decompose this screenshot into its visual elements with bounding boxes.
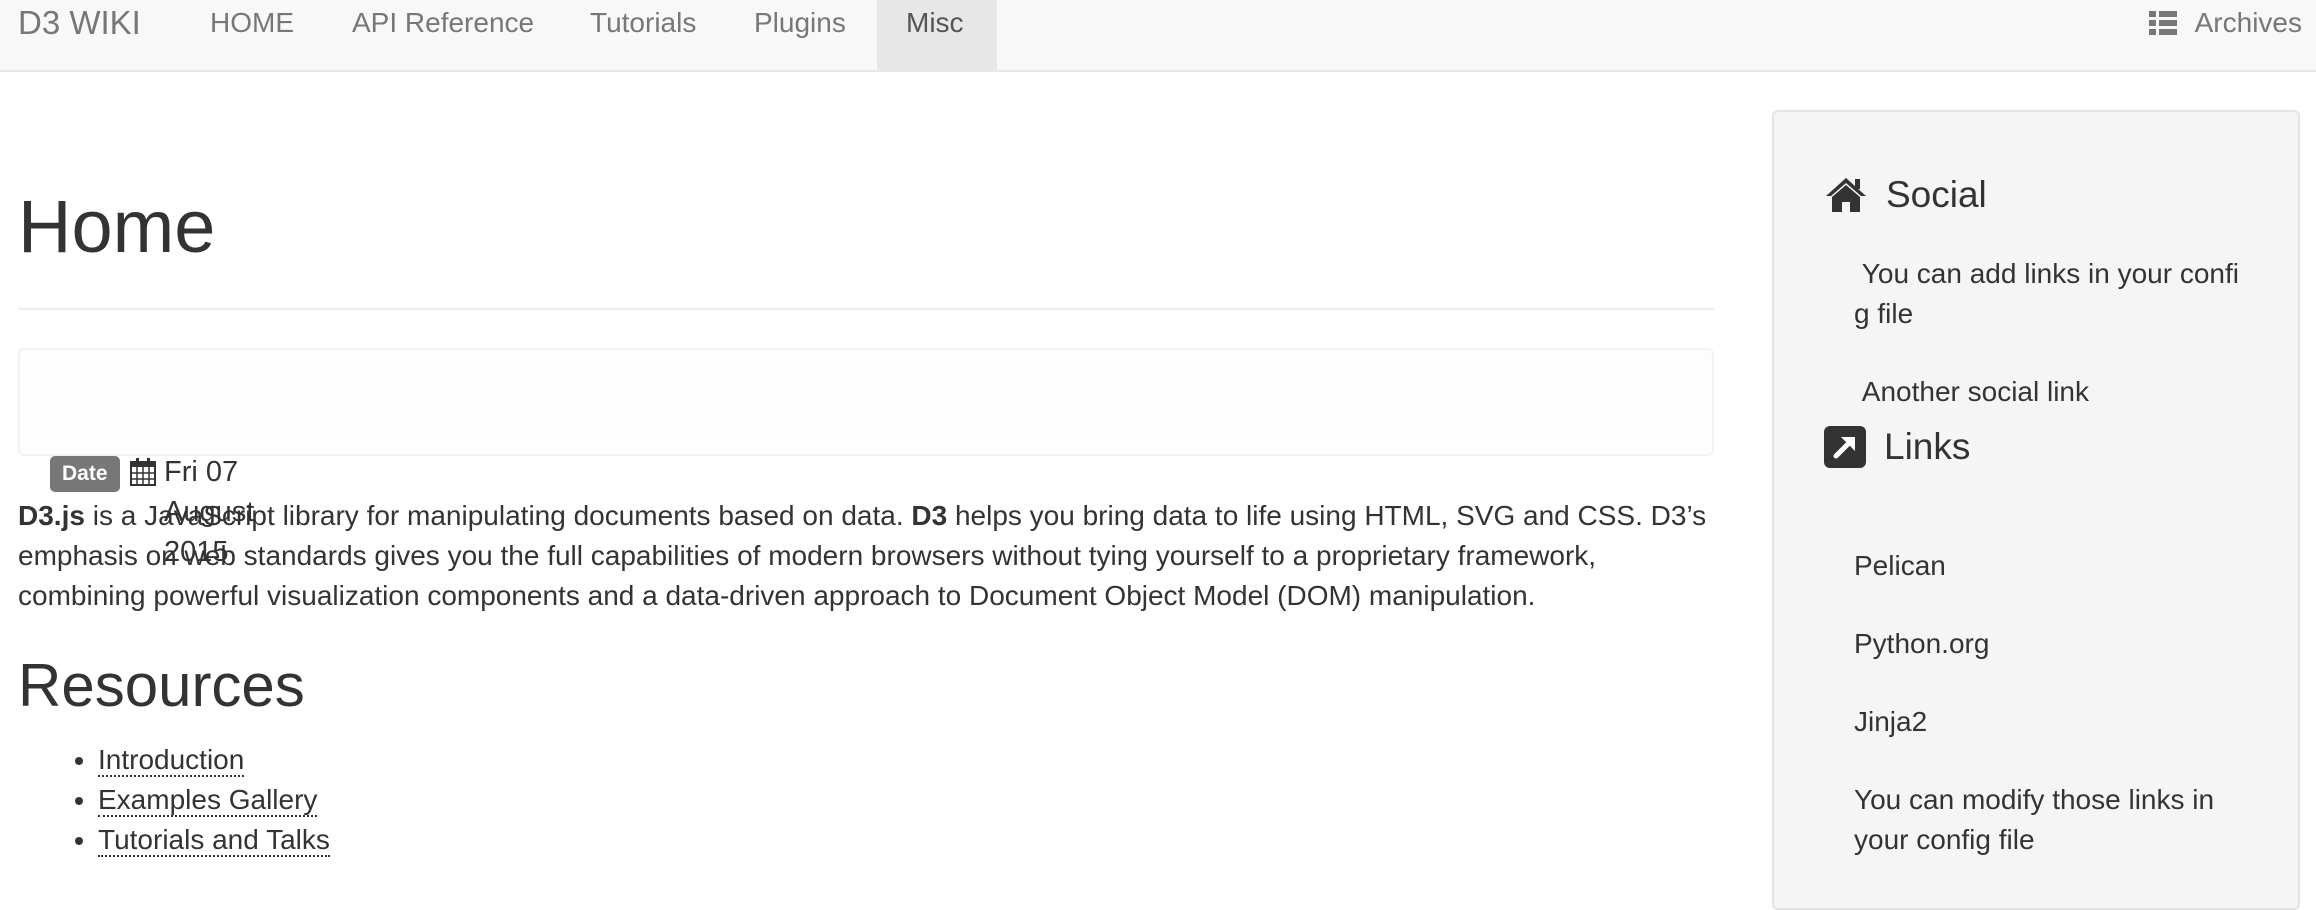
intro-bold-d3js: D3.js (18, 500, 85, 531)
list-item: Tutorials and Talks (98, 820, 330, 860)
nav-item-misc[interactable]: Misc (877, 0, 997, 70)
resources-heading: Resources (18, 652, 305, 719)
nav-item-home[interactable]: HOME (180, 0, 324, 70)
social-link-config-label: You can add links in your config file (1854, 258, 2239, 329)
list-item: Introduction (98, 740, 330, 780)
intro-paragraph: D3.js is a JavaScript library for manipu… (18, 496, 1718, 616)
sidebar-link-modify-links[interactable]: You can modify those links in your confi… (1854, 780, 2244, 860)
sidebar: Social You can add links in your config … (1772, 110, 2300, 910)
archives-label: Archives (2194, 7, 2302, 38)
links-heading-label: Links (1884, 426, 1971, 467)
social-heading: Social (1824, 170, 1987, 220)
page-title: Home (18, 185, 216, 268)
top-navbar: D3 WIKI HOME API Reference Tutorials Plu… (0, 0, 2316, 72)
sidebar-link-jinja2[interactable]: Jinja2 (1854, 702, 2244, 742)
resource-link-tutorials-and-talks[interactable]: Tutorials and Talks (98, 824, 330, 857)
list-icon (2148, 11, 2177, 35)
external-link-icon (1824, 426, 1866, 468)
nav-item-tutorials[interactable]: Tutorials (560, 0, 726, 70)
social-link-config[interactable]: You can add links in your config file (1854, 254, 2244, 334)
social-link-another[interactable]: Another social link (1854, 372, 2244, 412)
archives-link[interactable]: Archives (2148, 0, 2302, 70)
sidebar-link-pelican[interactable]: Pelican (1854, 546, 2244, 586)
list-item: Examples Gallery (98, 780, 330, 820)
social-link-another-label: Another social link (1861, 376, 2090, 407)
brand-link[interactable]: D3 WIKI (18, 0, 141, 70)
resource-link-introduction[interactable]: Introduction (98, 744, 245, 777)
nav-item-api-reference[interactable]: API Reference (322, 0, 564, 70)
social-heading-label: Social (1886, 174, 1987, 215)
date-well (18, 348, 1714, 456)
resources-list: Introduction Examples Gallery Tutorials … (18, 740, 330, 860)
resource-link-examples-gallery[interactable]: Examples Gallery (98, 784, 318, 817)
intro-text-1: is a JavaScript library for manipulating… (84, 500, 912, 531)
home-icon (1826, 178, 1866, 212)
sidebar-link-python-org[interactable]: Python.org (1854, 624, 2244, 664)
links-heading: Links (1824, 422, 1970, 472)
calendar-icon (130, 458, 156, 486)
date-label-badge: Date (50, 456, 120, 492)
intro-bold-d3: D3 (911, 500, 948, 531)
nav-item-plugins[interactable]: Plugins (724, 0, 876, 70)
title-divider (18, 308, 1714, 310)
